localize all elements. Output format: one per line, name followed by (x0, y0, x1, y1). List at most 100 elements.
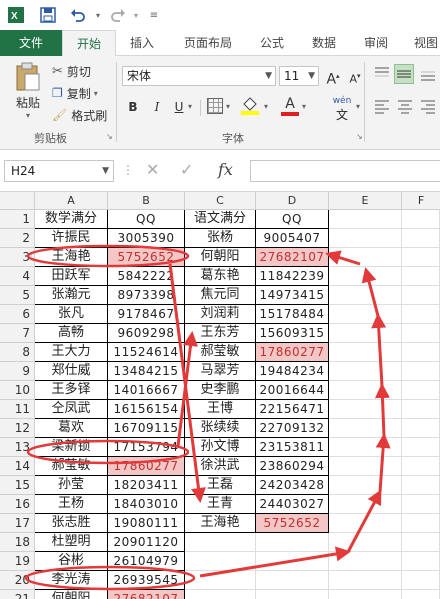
cell-a17[interactable]: 张志胜 (35, 514, 108, 533)
cell-a13[interactable]: 梁新锁 (35, 438, 108, 457)
row-header[interactable]: 13 (0, 438, 35, 457)
cell-f14[interactable] (402, 457, 440, 476)
cell-c16[interactable]: 王青 (185, 495, 256, 514)
row-header[interactable]: 2 (0, 229, 35, 248)
row-header[interactable]: 18 (0, 533, 35, 552)
row-header[interactable]: 1 (0, 210, 35, 229)
cell-a5[interactable]: 张瀚元 (35, 286, 108, 305)
cell-f9[interactable] (402, 362, 440, 381)
cell-c4[interactable]: 葛东艳 (185, 267, 256, 286)
cell-a2[interactable]: 许振民 (35, 229, 108, 248)
cell-e2[interactable] (329, 229, 402, 248)
cell-a9[interactable]: 郑仕威 (35, 362, 108, 381)
column-header-e[interactable]: E (329, 192, 402, 210)
cell-c12[interactable]: 张续续 (185, 419, 256, 438)
cell-e8[interactable] (329, 343, 402, 362)
cell-e13[interactable] (329, 438, 402, 457)
cell-b12[interactable]: 16709115 (108, 419, 185, 438)
cell-d5[interactable]: 14973415 (256, 286, 329, 305)
cell-f17[interactable] (402, 514, 440, 533)
cell-f7[interactable] (402, 324, 440, 343)
cell-d18[interactable] (256, 533, 329, 552)
cell-a10[interactable]: 王多铎 (35, 381, 108, 400)
cell-f12[interactable] (402, 419, 440, 438)
font-name-select[interactable]: 宋体 ▼ (122, 66, 276, 86)
cell-a6[interactable]: 张凡 (35, 305, 108, 324)
cell-c6[interactable]: 刘润莉 (185, 305, 256, 324)
fill-color-button[interactable] (240, 96, 262, 118)
cell-b9[interactable]: 13484215 (108, 362, 185, 381)
cell-e18[interactable] (329, 533, 402, 552)
cut-button[interactable]: ✂ 剪切 (52, 62, 91, 80)
cell-b19[interactable]: 26104979 (108, 552, 185, 571)
cell-a4[interactable]: 田跃军 (35, 267, 108, 286)
tab-page-layout[interactable]: 页面布局 (172, 30, 244, 56)
row-header[interactable]: 8 (0, 343, 35, 362)
cell-b1[interactable]: QQ (108, 210, 185, 229)
cell-e4[interactable] (329, 267, 402, 286)
cell-d11[interactable]: 22156471 (256, 400, 329, 419)
row-header[interactable]: 4 (0, 267, 35, 286)
cell-c5[interactable]: 焦元同 (185, 286, 256, 305)
underline-button[interactable]: U (170, 98, 188, 116)
row-header[interactable]: 9 (0, 362, 35, 381)
redo-dropdown-icon[interactable]: ▾ (126, 5, 146, 25)
cell-f18[interactable] (402, 533, 440, 552)
cell-d1[interactable]: QQ (256, 210, 329, 229)
cell-f3[interactable] (402, 248, 440, 267)
cell-e15[interactable] (329, 476, 402, 495)
cell-a20[interactable]: 李光涛 (35, 571, 108, 590)
cancel-icon[interactable]: ✕ (146, 160, 159, 179)
row-header[interactable]: 20 (0, 571, 35, 590)
cell-a18[interactable]: 杜塑明 (35, 533, 108, 552)
row-header[interactable]: 11 (0, 400, 35, 419)
italic-button[interactable]: I (148, 98, 166, 116)
cell-a1[interactable]: 数学满分 (35, 210, 108, 229)
cell-d9[interactable]: 19484234 (256, 362, 329, 381)
paste-button[interactable]: 粘贴 ▾ (8, 62, 48, 122)
cell-f6[interactable] (402, 305, 440, 324)
customize-icon[interactable]: ≡ (144, 5, 164, 25)
cell-d13[interactable]: 23153811 (256, 438, 329, 457)
tab-data[interactable]: 数据 (302, 30, 346, 56)
row-header[interactable]: 7 (0, 324, 35, 343)
align-bottom-icon[interactable] (420, 66, 436, 82)
phonetic-button[interactable]: wén 文 (330, 96, 354, 122)
name-box[interactable]: H24 ▼ (4, 160, 114, 182)
cell-b20[interactable]: 26939545 (108, 571, 185, 590)
chevron-down-icon[interactable]: ▾ (264, 102, 268, 111)
cell-a15[interactable]: 孙莹 (35, 476, 108, 495)
cell-b21[interactable]: 27682107 (108, 590, 185, 599)
column-header-d[interactable]: D (256, 192, 329, 210)
cell-f21[interactable] (402, 590, 440, 599)
cell-f8[interactable] (402, 343, 440, 362)
cell-d4[interactable]: 11842239 (256, 267, 329, 286)
column-header-f[interactable]: F (402, 192, 440, 210)
borders-icon[interactable] (207, 98, 223, 114)
cell-b18[interactable]: 20901120 (108, 533, 185, 552)
cell-b15[interactable]: 18203411 (108, 476, 185, 495)
cell-c17[interactable]: 王海艳 (185, 514, 256, 533)
cell-e7[interactable] (329, 324, 402, 343)
chevron-down-icon[interactable]: ▾ (226, 102, 230, 111)
font-size-select[interactable]: 11 ▼ (279, 66, 319, 86)
save-icon[interactable] (38, 5, 58, 25)
row-header[interactable]: 14 (0, 457, 35, 476)
align-top-icon[interactable] (374, 66, 390, 82)
align-middle-icon[interactable] (394, 64, 414, 84)
format-painter-button[interactable]: 🖌 格式刷 (52, 106, 107, 124)
cell-b3[interactable]: 5752652 (108, 248, 185, 267)
cell-e14[interactable] (329, 457, 402, 476)
cell-c10[interactable]: 史李鹏 (185, 381, 256, 400)
cell-a21[interactable]: 何朝阳 (35, 590, 108, 599)
row-header[interactable]: 5 (0, 286, 35, 305)
cell-d14[interactable]: 23860294 (256, 457, 329, 476)
formula-input[interactable] (250, 160, 440, 182)
cell-e21[interactable] (329, 590, 402, 599)
cell-a16[interactable]: 王杨 (35, 495, 108, 514)
column-header-a[interactable]: A (35, 192, 108, 210)
cell-e1[interactable] (329, 210, 402, 229)
cell-e19[interactable] (329, 552, 402, 571)
cell-c9[interactable]: 马翠芳 (185, 362, 256, 381)
tab-review[interactable]: 审阅 (354, 30, 398, 56)
